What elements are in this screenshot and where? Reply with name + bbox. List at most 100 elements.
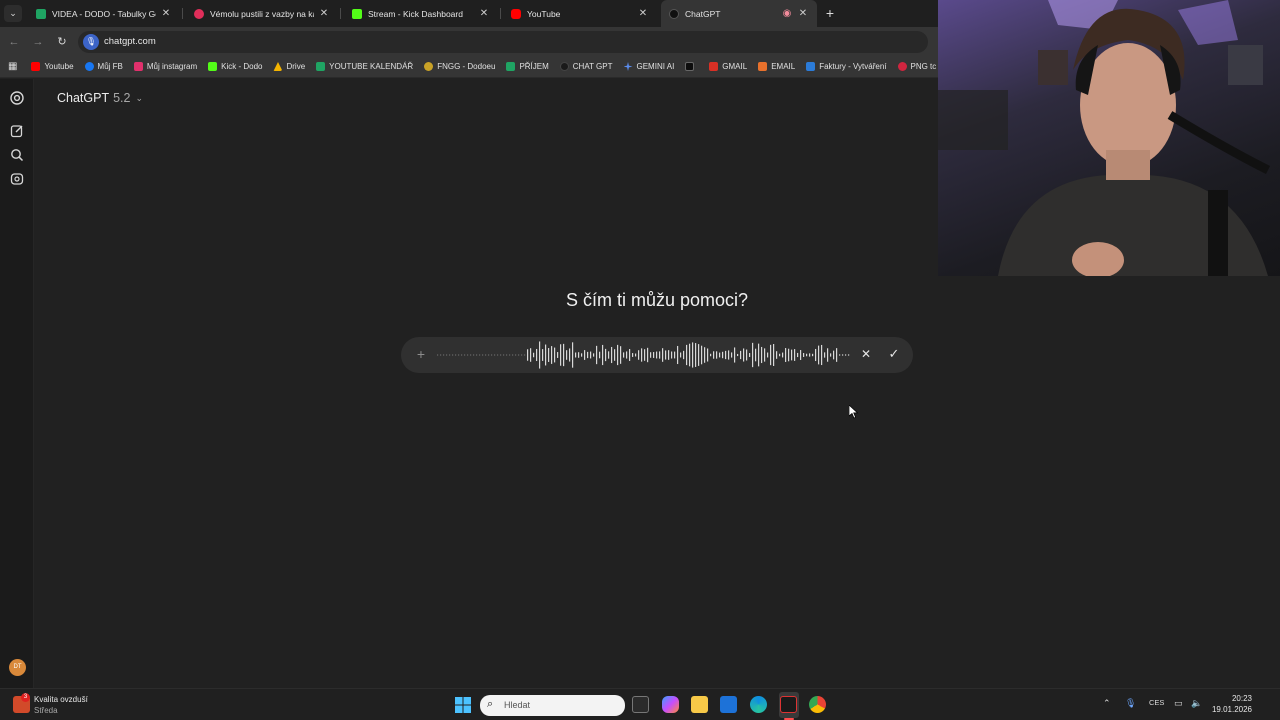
cancel-dictation-button[interactable]: ✕ (858, 346, 874, 362)
recording-icon: ◉ (782, 8, 792, 19)
waveform-bar (551, 346, 553, 364)
url-text[interactable]: chatgpt.com (104, 36, 156, 47)
microphone-icon[interactable]: 🎙 (83, 34, 99, 50)
back-icon[interactable]: ← (6, 34, 22, 50)
close-icon[interactable]: ✕ (797, 8, 809, 19)
file-explorer-icon[interactable] (691, 696, 708, 713)
bookmark-gemini[interactable]: GEMINI AI (623, 62, 674, 71)
waveform-bar (800, 350, 802, 360)
bookmark-chatgpt[interactable]: CHAT GPT (559, 62, 613, 71)
bookmark-label: GMAIL (722, 62, 748, 71)
network-icon[interactable]: ▭ (1174, 698, 1183, 709)
waveform-bar (839, 354, 841, 356)
waveform-bar (809, 353, 811, 357)
bookmark-prijem[interactable]: PŘÍJEM (506, 62, 549, 71)
waveform-bar (449, 354, 451, 356)
edge-icon[interactable] (750, 696, 767, 713)
omnibox[interactable]: 🎙 chatgpt.com (78, 31, 928, 53)
confirm-dictation-button[interactable]: ✓ (886, 346, 902, 362)
chevron-up-icon[interactable]: ⌃ (1103, 698, 1111, 709)
reload-icon[interactable]: ↻ (54, 34, 70, 50)
close-icon[interactable]: ✕ (318, 8, 330, 19)
task-view-icon[interactable] (632, 696, 649, 713)
bookmark-facebook[interactable]: Můj FB (84, 62, 123, 71)
waveform-bar (536, 348, 538, 362)
waveform-bar (473, 354, 475, 356)
recording-app-icon[interactable] (780, 696, 797, 713)
waveform-bar (560, 344, 562, 366)
new-tab-button[interactable]: + (822, 5, 838, 21)
windows-start-icon[interactable] (455, 697, 471, 713)
waveform-bar (494, 354, 496, 356)
bookmark-gmail[interactable]: GMAIL (709, 62, 747, 71)
bookmark-email[interactable]: EMAIL (758, 62, 795, 71)
bookmark-youtube[interactable]: Youtube (31, 62, 74, 71)
microphone-icon[interactable]: 🎙 (1125, 698, 1136, 709)
waveform-bar (563, 343, 565, 367)
waveform-bar (446, 354, 448, 356)
waveform-bar (731, 352, 733, 358)
waveform-bar (650, 352, 652, 358)
tab-search-button[interactable]: ⌄ (4, 5, 22, 22)
notification-badge: 3 (21, 693, 30, 702)
taskbar: 3 Kvalita ovzduší Středa ⌕ Hledat ⌃ 🎙 CE… (0, 688, 1280, 720)
model-version: 5.2 (113, 91, 131, 105)
new-chat-icon[interactable] (9, 124, 25, 140)
close-icon[interactable]: ✕ (637, 8, 649, 19)
outlook-icon[interactable] (720, 696, 737, 713)
apps-grid-icon[interactable]: ▦ (8, 61, 17, 72)
tab-chatgpt[interactable]: ChatGPT ◉ ✕ (661, 0, 817, 27)
chrome-icon[interactable] (809, 696, 826, 713)
audio-waveform (437, 341, 850, 369)
waveform-bar (635, 353, 637, 357)
close-icon[interactable]: ✕ (160, 8, 172, 19)
bookmark-instagram[interactable]: Můj instagram (133, 62, 197, 71)
waveform-bar (488, 354, 490, 356)
waveform-bar (659, 351, 661, 359)
tab-title: Vémolu pustili z vazby na kauc (210, 8, 314, 19)
widget-title[interactable]: Kvalita ovzduší (34, 695, 88, 704)
dash-icon (685, 62, 695, 71)
bookmark-kick[interactable]: Kick - Dodo (208, 62, 262, 71)
close-icon[interactable]: ✕ (478, 8, 490, 19)
youtube-icon (31, 62, 41, 71)
model-selector[interactable]: ChatGPT 5.2 ⌄ (57, 91, 143, 105)
clock-time[interactable]: 20:23 (1210, 694, 1252, 703)
tab-kick[interactable]: Stream - Kick Dashboard ✕ (344, 0, 498, 27)
waveform-bar (626, 351, 628, 359)
clock-date[interactable]: 19.01.2026 (1202, 705, 1252, 714)
voice-composer[interactable]: + ✕ ✓ (401, 337, 913, 373)
sheets-icon (36, 8, 46, 19)
openai-logo-icon[interactable] (9, 90, 25, 106)
forward-icon[interactable]: → (30, 34, 46, 50)
waveform-bar (533, 352, 535, 358)
search-icon[interactable] (9, 148, 25, 164)
plus-icon[interactable]: + (413, 346, 429, 362)
waveform-bar (548, 348, 550, 362)
library-icon[interactable] (9, 172, 25, 188)
tab-youtube[interactable]: YouTube ✕ (503, 0, 657, 27)
bookmark-unnamed[interactable] (685, 62, 698, 71)
taskbar-search[interactable]: ⌕ Hledat (480, 695, 625, 716)
bookmark-youtube-kalendar[interactable]: YOUTUBE KALENDÁŘ (316, 62, 413, 71)
search-icon: ⌕ (487, 698, 494, 710)
bookmark-label: Youtube (44, 62, 74, 71)
tab-vemolu[interactable]: Vémolu pustili z vazby na kauc ✕ (186, 0, 338, 27)
tab-videa[interactable]: VIDEA - DODO - Tabulky Googl ✕ (28, 0, 180, 27)
waveform-bar (692, 342, 694, 368)
volume-icon[interactable]: 🔈 (1191, 698, 1202, 709)
bookmark-drive[interactable]: Drive (273, 62, 305, 71)
copilot-icon[interactable] (662, 696, 679, 713)
waveform-bar (665, 350, 667, 360)
bookmark-faktury[interactable]: Faktury - Vytváření (806, 62, 887, 71)
waveform-bar (830, 353, 832, 357)
waveform-bar (686, 344, 688, 366)
waveform-bar (575, 352, 577, 358)
user-avatar[interactable]: DT (9, 659, 26, 676)
language-indicator[interactable]: CES (1149, 698, 1164, 707)
bookmark-fngg[interactable]: FNGG - Dodoeu (424, 62, 495, 71)
search-placeholder: Hledat (504, 700, 531, 710)
tab-separator (340, 8, 341, 19)
waveform-bar (746, 349, 748, 361)
bookmark-png[interactable]: PNG tc (897, 62, 936, 71)
